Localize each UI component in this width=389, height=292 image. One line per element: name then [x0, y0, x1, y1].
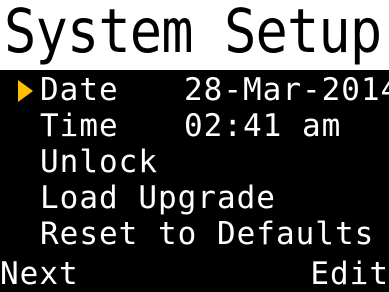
time-value: 02:41 am: [184, 108, 342, 144]
menu-item-unlock[interactable]: Unlock: [0, 144, 389, 180]
menu-item-load-upgrade[interactable]: Load Upgrade: [0, 180, 389, 216]
menu-item-label: Unlock: [40, 144, 158, 180]
menu-item-reset-defaults[interactable]: Reset to Defaults: [0, 216, 389, 252]
next-softkey[interactable]: Next: [0, 256, 79, 292]
edit-softkey[interactable]: Edit: [310, 256, 389, 292]
date-value: 28-Mar-2014: [184, 72, 389, 108]
menu-item-date[interactable]: Date 28-Mar-2014: [0, 72, 389, 108]
menu-item-label: Time: [40, 108, 119, 144]
triangle-right-icon: [18, 80, 33, 102]
menu-item-time[interactable]: Time 02:41 am: [0, 108, 389, 144]
menu-item-label: Load Upgrade: [40, 180, 276, 216]
menu-item-label: Date: [40, 72, 119, 108]
title-bar: System Setup: [0, 0, 389, 70]
menu-item-label: Reset to Defaults: [40, 216, 375, 252]
page-title: System Setup: [4, 0, 382, 67]
